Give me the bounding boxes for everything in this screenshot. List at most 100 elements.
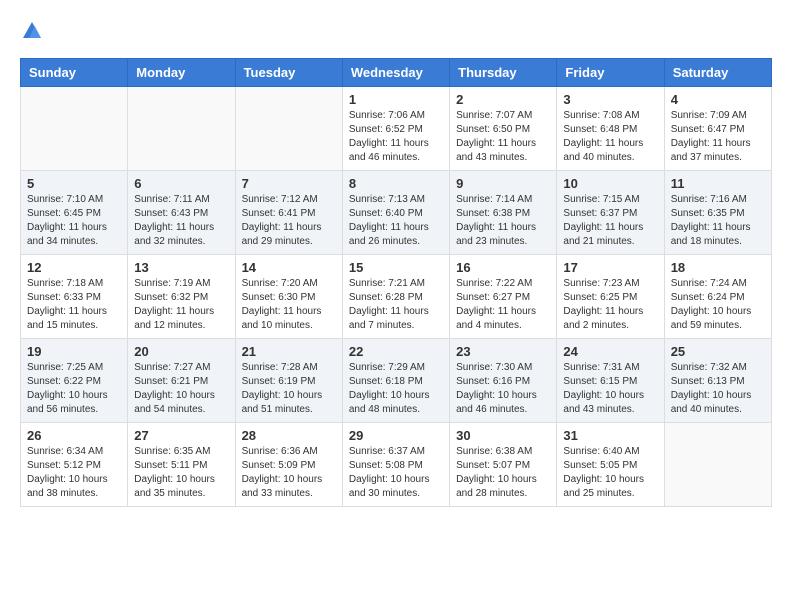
day-number: 14 [242,260,336,275]
day-number: 16 [456,260,550,275]
calendar-cell: 27 Sunrise: 6:35 AMSunset: 5:11 PMDayligh… [128,423,235,507]
day-info: Sunrise: 6:34 AMSunset: 5:12 PMDaylight:… [27,445,121,501]
weekday-header-thursday: Thursday [450,59,557,87]
calendar-cell: 23Sunrise: 7:30 AMSunset: 6:16 PMDayligh… [450,339,557,423]
day-info: Sunrise: 7:09 AMSunset: 6:47 PMDaylight:… [671,109,765,165]
day-number: 19 [27,344,121,359]
day-info: Sunrise: 6:37 AMSunset: 5:08 PMDaylight:… [349,445,443,501]
calendar-cell: 15 Sunrise: 7:21 AMSunset: 6:28 PMDayligh… [342,255,449,339]
day-info: Sunrise: 7:19 AMSunset: 6:32 PMDaylight:… [134,277,228,333]
day-info: Sunrise: 7:32 AMSunset: 6:13 PMDaylight:… [671,361,765,417]
day-info: Sunrise: 7:12 AMSunset: 6:41 PMDaylight:… [242,193,336,249]
calendar-cell: 24Sunrise: 7:31 AMSunset: 6:15 PMDayligh… [557,339,664,423]
calendar-cell: 11 Sunrise: 7:16 AMSunset: 6:35 PMDayligh… [664,171,771,255]
day-number: 4 [671,92,765,107]
calendar-cell: 8 Sunrise: 7:13 AMSunset: 6:40 PMDaylight… [342,171,449,255]
calendar-cell: 30 Sunrise: 6:38 AMSunset: 5:07 PMDayligh… [450,423,557,507]
day-info: Sunrise: 7:23 AMSunset: 6:25 PMDaylight:… [563,277,657,333]
day-number: 20 [134,344,228,359]
day-number: 10 [563,176,657,191]
day-info: Sunrise: 7:28 AMSunset: 6:19 PMDaylight:… [242,361,336,417]
calendar-week-row: 12 Sunrise: 7:18 AMSunset: 6:33 PMDayligh… [21,255,772,339]
day-number: 18 [671,260,765,275]
page-header [20,20,772,42]
day-info: Sunrise: 7:07 AMSunset: 6:50 PMDaylight:… [456,109,550,165]
day-number: 2 [456,92,550,107]
weekday-header-row: SundayMondayTuesdayWednesdayThursdayFrid… [21,59,772,87]
day-info: Sunrise: 7:08 AMSunset: 6:48 PMDaylight:… [563,109,657,165]
calendar-cell: 21 Sunrise: 7:28 AMSunset: 6:19 PMDayligh… [235,339,342,423]
calendar-table: SundayMondayTuesdayWednesdayThursdayFrid… [20,58,772,507]
calendar-cell: 12 Sunrise: 7:18 AMSunset: 6:33 PMDayligh… [21,255,128,339]
calendar-cell: 18Sunrise: 7:24 AMSunset: 6:24 PMDayligh… [664,255,771,339]
calendar-cell: 5 Sunrise: 7:10 AMSunset: 6:45 PMDaylight… [21,171,128,255]
calendar-cell: 17Sunrise: 7:23 AMSunset: 6:25 PMDayligh… [557,255,664,339]
day-info: Sunrise: 7:27 AMSunset: 6:21 PMDaylight:… [134,361,228,417]
calendar-week-row: 19 Sunrise: 7:25 AMSunset: 6:22 PMDayligh… [21,339,772,423]
calendar-cell: 19 Sunrise: 7:25 AMSunset: 6:22 PMDayligh… [21,339,128,423]
calendar-cell: 31 Sunrise: 6:40 AMSunset: 5:05 PMDayligh… [557,423,664,507]
day-info: Sunrise: 7:18 AMSunset: 6:33 PMDaylight:… [27,277,121,333]
calendar-cell: 3 Sunrise: 7:08 AMSunset: 6:48 PMDaylight… [557,87,664,171]
day-info: Sunrise: 7:16 AMSunset: 6:35 PMDaylight:… [671,193,765,249]
calendar-cell: 10 Sunrise: 7:15 AMSunset: 6:37 PMDayligh… [557,171,664,255]
day-number: 25 [671,344,765,359]
day-info: Sunrise: 6:36 AMSunset: 5:09 PMDaylight:… [242,445,336,501]
logo-icon [21,20,43,42]
day-number: 7 [242,176,336,191]
calendar-cell: 2 Sunrise: 7:07 AMSunset: 6:50 PMDaylight… [450,87,557,171]
day-number: 30 [456,428,550,443]
calendar-cell: 7 Sunrise: 7:12 AMSunset: 6:41 PMDaylight… [235,171,342,255]
day-info: Sunrise: 7:21 AMSunset: 6:28 PMDaylight:… [349,277,443,333]
weekday-header-friday: Friday [557,59,664,87]
day-number: 13 [134,260,228,275]
calendar-cell: 22Sunrise: 7:29 AMSunset: 6:18 PMDayligh… [342,339,449,423]
day-info: Sunrise: 6:38 AMSunset: 5:07 PMDaylight:… [456,445,550,501]
calendar-cell: 26 Sunrise: 6:34 AMSunset: 5:12 PMDayligh… [21,423,128,507]
weekday-header-monday: Monday [128,59,235,87]
day-number: 3 [563,92,657,107]
calendar-cell [664,423,771,507]
calendar-cell: 9 Sunrise: 7:14 AMSunset: 6:38 PMDaylight… [450,171,557,255]
day-info: Sunrise: 7:25 AMSunset: 6:22 PMDaylight:… [27,361,121,417]
calendar-week-row: 26 Sunrise: 6:34 AMSunset: 5:12 PMDayligh… [21,423,772,507]
day-number: 27 [134,428,228,443]
day-number: 8 [349,176,443,191]
weekday-header-saturday: Saturday [664,59,771,87]
day-number: 15 [349,260,443,275]
calendar-cell: 29 Sunrise: 6:37 AMSunset: 5:08 PMDayligh… [342,423,449,507]
day-number: 9 [456,176,550,191]
calendar-cell: 16 Sunrise: 7:22 AMSunset: 6:27 PMDayligh… [450,255,557,339]
calendar-cell: 1Sunrise: 7:06 AMSunset: 6:52 PMDaylight… [342,87,449,171]
calendar-week-row: 1Sunrise: 7:06 AMSunset: 6:52 PMDaylight… [21,87,772,171]
day-number: 12 [27,260,121,275]
day-number: 26 [27,428,121,443]
day-info: Sunrise: 7:11 AMSunset: 6:43 PMDaylight:… [134,193,228,249]
calendar-cell [235,87,342,171]
day-info: Sunrise: 7:20 AMSunset: 6:30 PMDaylight:… [242,277,336,333]
calendar-cell: 13 Sunrise: 7:19 AMSunset: 6:32 PMDayligh… [128,255,235,339]
weekday-header-wednesday: Wednesday [342,59,449,87]
weekday-header-sunday: Sunday [21,59,128,87]
day-info: Sunrise: 7:13 AMSunset: 6:40 PMDaylight:… [349,193,443,249]
day-info: Sunrise: 7:15 AMSunset: 6:37 PMDaylight:… [563,193,657,249]
day-number: 31 [563,428,657,443]
day-info: Sunrise: 6:40 AMSunset: 5:05 PMDaylight:… [563,445,657,501]
day-number: 21 [242,344,336,359]
day-info: Sunrise: 6:35 AMSunset: 5:11 PMDaylight:… [134,445,228,501]
day-number: 29 [349,428,443,443]
day-number: 11 [671,176,765,191]
day-number: 24 [563,344,657,359]
calendar-week-row: 5 Sunrise: 7:10 AMSunset: 6:45 PMDaylight… [21,171,772,255]
day-number: 5 [27,176,121,191]
calendar-cell: 20 Sunrise: 7:27 AMSunset: 6:21 PMDayligh… [128,339,235,423]
calendar-cell [21,87,128,171]
calendar-cell: 6Sunrise: 7:11 AMSunset: 6:43 PMDaylight… [128,171,235,255]
logo [20,20,48,42]
calendar-cell: 14 Sunrise: 7:20 AMSunset: 6:30 PMDayligh… [235,255,342,339]
calendar-cell [128,87,235,171]
day-info: Sunrise: 7:30 AMSunset: 6:16 PMDaylight:… [456,361,550,417]
day-info: Sunrise: 7:10 AMSunset: 6:45 PMDaylight:… [27,193,121,249]
day-info: Sunrise: 7:22 AMSunset: 6:27 PMDaylight:… [456,277,550,333]
day-info: Sunrise: 7:14 AMSunset: 6:38 PMDaylight:… [456,193,550,249]
